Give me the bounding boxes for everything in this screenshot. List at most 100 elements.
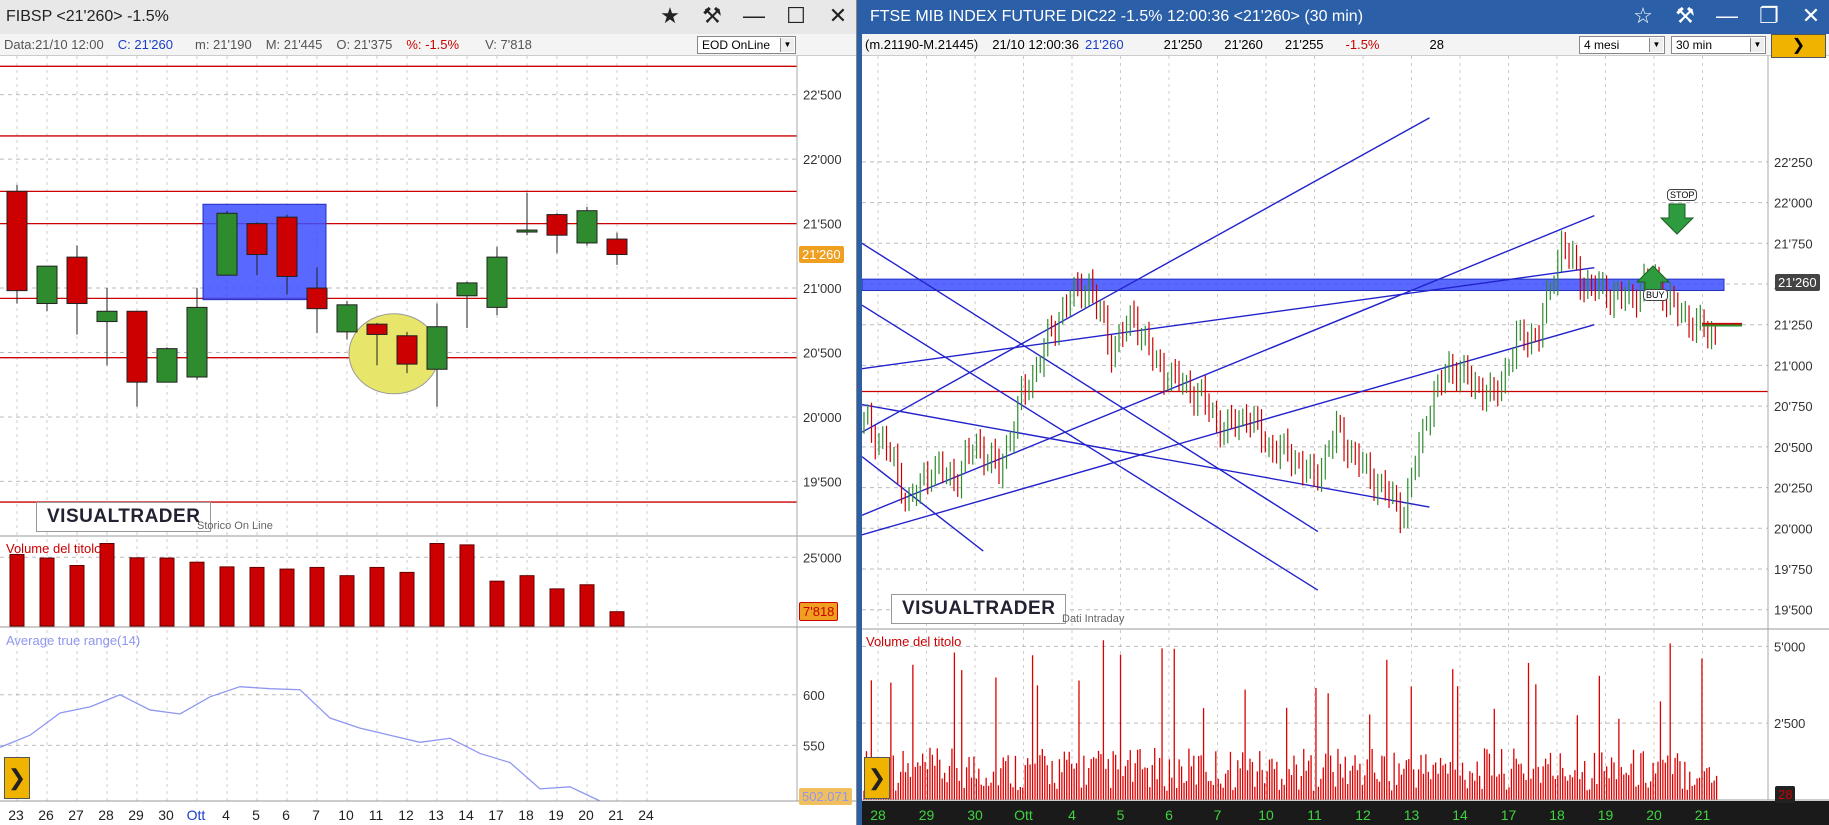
y-tick-label: 20'250	[1774, 481, 1813, 496]
y-tick-label: 22'000	[803, 152, 842, 167]
y-tick-label: 20'500	[803, 346, 842, 361]
fibsp-title-bar: FIBSP <21'260> -1.5% ★ ⚒ — ☐ ✕	[0, 0, 856, 34]
star-icon[interactable]: ★	[658, 3, 682, 29]
x-tick-label: 23	[8, 807, 24, 823]
volume-bar	[219, 566, 235, 627]
candle-body	[66, 256, 88, 305]
info-max: M: 21'445	[265, 37, 323, 52]
period-select[interactable]: 4 mesi	[1579, 36, 1665, 54]
stop-label: STOP	[1667, 189, 1698, 201]
volume-bar	[249, 566, 265, 627]
volume-bar	[519, 575, 535, 627]
info-pct: %: -1.5%	[406, 37, 460, 52]
y-tick-label: 21'750	[1774, 236, 1813, 251]
x-tick-label: 11	[369, 807, 384, 823]
feed-select[interactable]: EOD OnLine	[697, 36, 796, 54]
y-tick-label: 2'500	[1774, 716, 1805, 731]
volume-bar	[39, 557, 55, 627]
volume-bar	[99, 543, 115, 627]
y-tick-label: 22'500	[803, 88, 842, 103]
candle-body	[456, 282, 478, 297]
candle-body	[276, 216, 298, 277]
logo-subtitle-right: Dati Intraday	[1062, 613, 1125, 625]
maximize-icon[interactable]: ☐	[784, 3, 808, 29]
close-icon[interactable]: ✕	[1799, 3, 1823, 29]
x-tick-label: 30	[158, 807, 174, 823]
x-tick-label: 10	[338, 807, 354, 823]
x-tick-label: 21	[1695, 807, 1711, 823]
close-icon[interactable]: ✕	[826, 3, 850, 29]
volume-bar	[549, 588, 565, 627]
y-tick-label: 550	[803, 738, 825, 753]
pin-icon[interactable]: ⚒	[1673, 3, 1697, 29]
x-tick-label: 20	[1646, 807, 1662, 823]
fibsp-title: FIBSP <21'260> -1.5%	[6, 8, 169, 25]
atr-line	[0, 686, 601, 802]
volume-bar	[369, 566, 385, 627]
x-tick-label: 18	[1549, 807, 1565, 823]
y-tick-label: 19'750	[1774, 562, 1813, 577]
info-timestamp: 21/10 12:00:36	[992, 37, 1079, 52]
candle-body	[126, 310, 148, 383]
info-close: 21'260	[1084, 37, 1124, 52]
x-tick-label: 14	[458, 807, 474, 823]
y-tick-label: 19'500	[1774, 603, 1813, 618]
candle-body	[306, 287, 328, 310]
expand-dropdown-button[interactable]: ❯	[1771, 34, 1826, 58]
x-tick-label: 17	[1501, 807, 1517, 823]
scroll-right-button-left[interactable]: ❯	[4, 757, 30, 799]
interval-select[interactable]: 30 min	[1671, 36, 1766, 54]
x-tick-label: Ott	[187, 807, 206, 823]
candle-body	[186, 306, 208, 378]
star-icon[interactable]: ☆	[1631, 3, 1655, 29]
info-value-d: 21'255	[1284, 37, 1324, 52]
x-tick-label: 12	[1355, 807, 1371, 823]
x-tick-label: 30	[967, 807, 983, 823]
candle-body	[546, 214, 568, 236]
scroll-right-button-right[interactable]: ❯	[864, 757, 890, 799]
candle-body	[36, 265, 58, 305]
candle-body	[516, 229, 538, 233]
candle-body	[246, 223, 268, 256]
y-tick-label: 22'250	[1774, 155, 1813, 170]
y-tick-label: 20'000	[803, 410, 842, 425]
volume-bar	[309, 566, 325, 627]
y-tick-label: 21'000	[803, 281, 842, 296]
candle-body	[6, 190, 28, 292]
volume-bar	[69, 565, 85, 627]
y-tick-label: 20'000	[1774, 521, 1813, 536]
trend-line	[862, 117, 1430, 433]
x-tick-label: Ott	[1014, 807, 1033, 823]
price-badge-left: 21'260	[799, 246, 844, 263]
y-tick-label: 21'250	[1774, 318, 1813, 333]
x-tick-label: 29	[919, 807, 935, 823]
y-tick-label: 19'500	[803, 474, 842, 489]
volume-title-right: Volume del titolo	[866, 634, 962, 649]
x-tick-label: 6	[282, 807, 290, 823]
x-tick-label: 6	[1165, 807, 1173, 823]
info-date: Data:21/10 12:00	[4, 37, 104, 52]
minimize-icon[interactable]: —	[1715, 3, 1739, 29]
info-range: (m.21190-M.21445)	[865, 37, 979, 52]
stop-arrow-icon	[1659, 203, 1695, 235]
restore-icon[interactable]: ❐	[1757, 3, 1781, 29]
x-tick-label: 24	[638, 807, 654, 823]
x-tick-label: 18	[518, 807, 534, 823]
volume-bar	[339, 575, 355, 627]
x-tick-label: 27	[68, 807, 84, 823]
y-tick-label: 20'500	[1774, 440, 1813, 455]
candle-body	[216, 212, 238, 276]
visualtrader-logo-right: VISUALTRADER	[891, 594, 1067, 624]
visualtrader-logo-left: VISUALTRADER	[36, 502, 212, 532]
volume-bar	[429, 543, 445, 627]
info-value-b: 21'260	[1224, 37, 1263, 52]
pin-icon[interactable]: ⚒	[700, 3, 724, 29]
minimize-icon[interactable]: —	[742, 3, 766, 29]
info-value-a: 21'250	[1163, 37, 1203, 52]
volume-badge-left: 7'818	[799, 602, 839, 621]
y-tick-label: 25'000	[803, 550, 842, 565]
fibsp-chart: 19'500 20'000 20'500 21'000 21'500 22'000 22'5…	[0, 56, 856, 823]
y-tick-label: 20'750	[1774, 399, 1813, 414]
x-tick-label: 26	[38, 807, 54, 823]
x-tick-label: 28	[870, 807, 886, 823]
